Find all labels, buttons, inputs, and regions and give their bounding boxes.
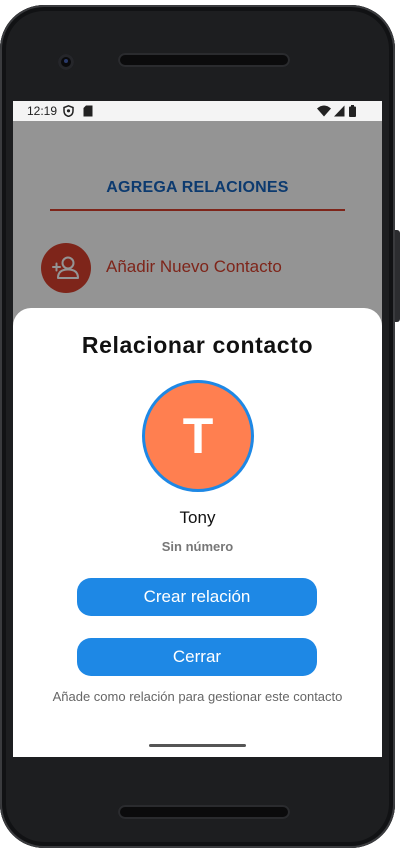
battery-icon (349, 105, 356, 120)
status-time: 12:19 (27, 104, 58, 118)
relate-contact-sheet: Relacionar contacto T Tony Sin número Cr… (13, 308, 382, 757)
wifi-icon (317, 105, 331, 120)
helper-text: Añade como relación para gestionar este … (52, 689, 343, 704)
bottom-speaker (118, 805, 290, 819)
screen: 12:19 AGREGA RELACIONES Añadir Nuevo Con… (13, 101, 382, 757)
status-bar: 12:19 (13, 101, 382, 121)
dialog-title: Relacionar contacto (81, 332, 314, 358)
avatar-letter: T (182, 408, 214, 464)
close-button[interactable]: Cerrar (77, 638, 317, 676)
gesture-home-bar[interactable] (149, 744, 246, 747)
create-relation-button[interactable]: Crear relación (77, 578, 317, 616)
sim-card-icon (83, 105, 93, 120)
front-camera (58, 54, 74, 70)
earpiece-speaker (118, 53, 290, 67)
contact-number: Sin número (161, 539, 234, 554)
shield-icon (63, 104, 74, 120)
contact-name: Tony (179, 508, 216, 527)
cell-signal-icon (334, 105, 345, 120)
contact-avatar: T (142, 380, 254, 492)
power-button (395, 230, 400, 322)
